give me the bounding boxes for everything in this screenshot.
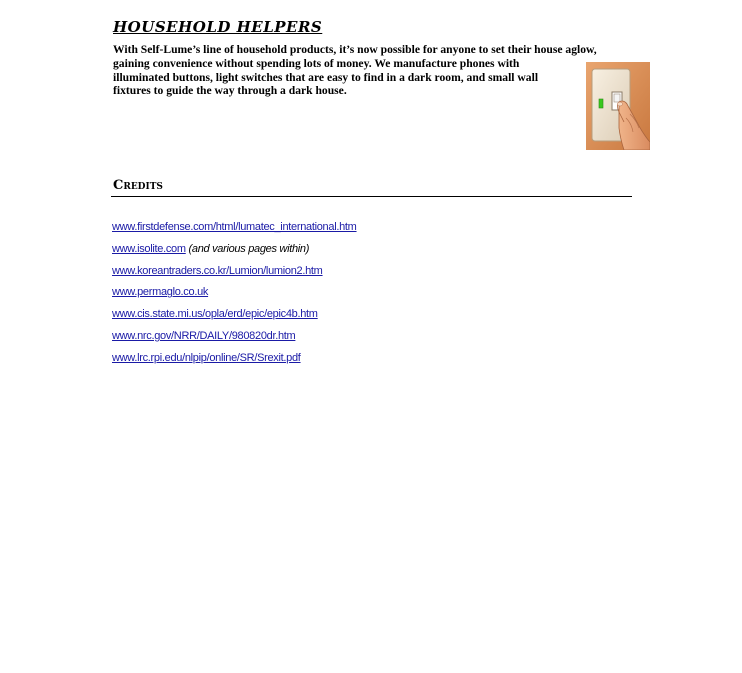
household-helpers-heading: HOUSEHOLD HELPERS: [113, 18, 323, 36]
credits-link-list: www.firstdefense.com/html/lumatec_intern…: [112, 220, 357, 373]
credit-note-isolite: (and various pages within): [188, 242, 310, 255]
credit-link-firstdefense[interactable]: www.firstdefense.com/html/lumatec_intern…: [112, 221, 357, 233]
credit-link-koreantraders[interactable]: www.koreantraders.co.kr/Lumion/lumion2.h…: [112, 265, 323, 277]
credit-link-isolite[interactable]: www.isolite.com: [112, 243, 186, 255]
credit-link-nrc[interactable]: www.nrc.gov/NRR/DAILY/980820dr.htm: [112, 330, 296, 342]
light-switch-image: [586, 62, 650, 150]
description-line-3: illuminated buttons, light switches that…: [113, 70, 539, 84]
credit-link-permaglo[interactable]: www.permaglo.co.uk: [112, 286, 208, 298]
credit-item: www.firstdefense.com/html/lumatec_intern…: [112, 220, 357, 242]
description-line-4: fixtures to guide the way through a dark…: [113, 84, 347, 98]
credit-item: www.cis.state.mi.us/opla/erd/epic/epic4b…: [112, 307, 357, 329]
credit-item: www.nrc.gov/NRR/DAILY/980820dr.htm: [112, 329, 357, 351]
description-line-1: With Self-Lume’s line of household produ…: [113, 43, 597, 56]
credit-item: www.lrc.rpi.edu/nlpip/online/SR/Srexit.p…: [112, 351, 357, 373]
credits-heading: Credits: [113, 178, 163, 193]
credits-divider: [111, 196, 632, 197]
credit-item: www.permaglo.co.uk: [112, 285, 357, 307]
description-line-2: gaining convenience without spending lot…: [113, 56, 520, 70]
credit-link-lrc-rpi[interactable]: www.lrc.rpi.edu/nlpip/online/SR/Srexit.p…: [112, 352, 301, 364]
credit-link-cis-state[interactable]: www.cis.state.mi.us/opla/erd/epic/epic4b…: [112, 308, 318, 320]
household-description: With Self-Lume’s line of household produ…: [113, 43, 618, 98]
credit-item: www.koreantraders.co.kr/Lumion/lumion2.h…: [112, 264, 357, 286]
credit-item: www.isolite.com (and various pages withi…: [112, 242, 357, 264]
